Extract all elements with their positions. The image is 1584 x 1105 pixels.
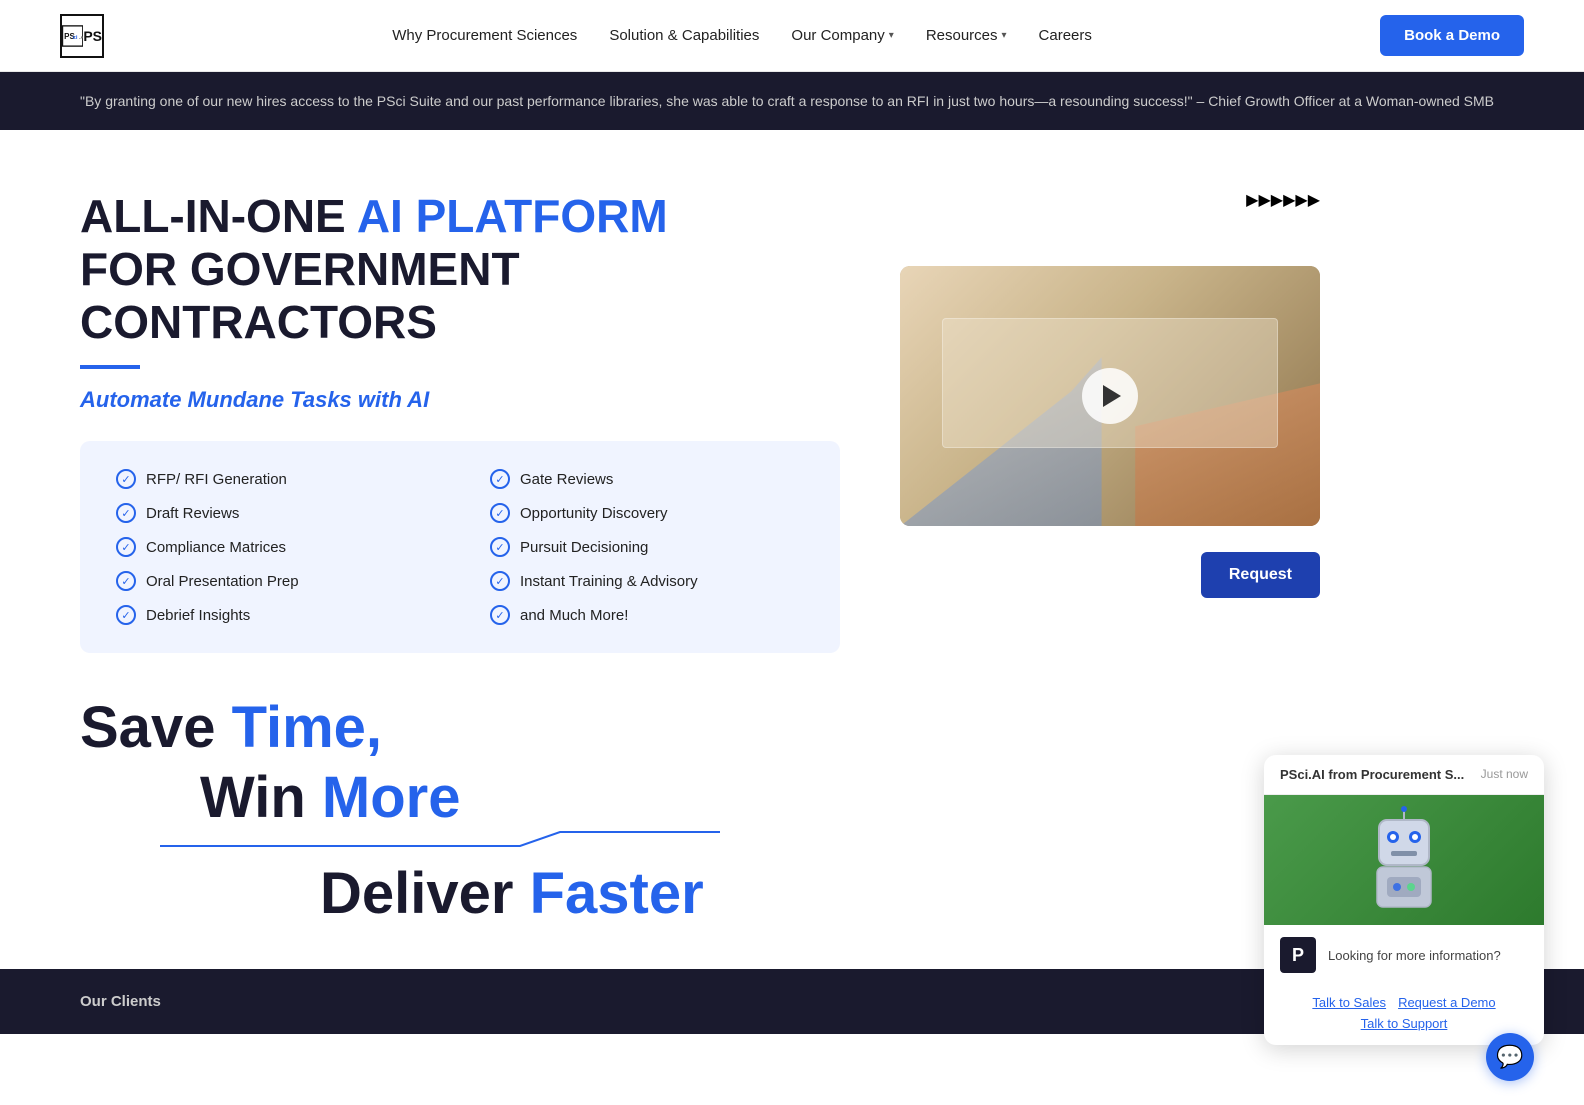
nav-careers[interactable]: Careers: [1039, 27, 1092, 44]
feature-opportunity: ✓ Opportunity Discovery: [490, 503, 804, 523]
feature-more: ✓ and Much More!: [490, 605, 804, 625]
nav-why-procurement[interactable]: Why Procurement Sciences: [392, 27, 577, 44]
robot-svg: [1359, 805, 1449, 915]
check-icon-comp: ✓: [116, 537, 136, 557]
tagline-save-time: Save Time,: [80, 693, 840, 763]
chat-header: PSci.AI from Procurement S... Just now: [1264, 755, 1544, 795]
chat-sender-name: PSci.AI from Procurement S...: [1280, 767, 1464, 782]
check-icon-oral: ✓: [116, 571, 136, 591]
logo[interactable]: PS ci .AI: [60, 14, 104, 58]
feature-debrief: ✓ Debrief Insights: [116, 605, 430, 625]
tagline-deliver-faster: Deliver Faster: [80, 859, 840, 929]
feature-compliance: ✓ Compliance Matrices: [116, 537, 430, 557]
nav-arrows: ▶▶▶▶▶▶: [1246, 190, 1320, 210]
chat-action-row-2: Talk to Support: [1280, 1016, 1528, 1031]
chat-message: Looking for more information?: [1328, 948, 1501, 963]
hero-video[interactable]: [900, 266, 1320, 526]
check-icon-rfp: ✓: [116, 469, 136, 489]
check-icon-more: ✓: [490, 605, 510, 625]
chat-action-row-1: Talk to Sales Request a Demo: [1280, 995, 1528, 1010]
tagline-win-more: Win More: [80, 763, 840, 833]
hero-title-line1: ALL-IN-ONE AI PLATFORM: [80, 190, 840, 243]
svg-text:ci: ci: [73, 35, 78, 41]
hero-title: ALL-IN-ONE AI PLATFORM FOR GOVERNMENT CO…: [80, 190, 840, 349]
navbar: PS ci .AI Why Procurement Sciences Solut…: [0, 0, 1584, 72]
nav-resources[interactable]: Resources ▾: [926, 27, 1007, 44]
nav-our-company[interactable]: Our Company ▾: [791, 27, 893, 44]
hero-subtitle: Automate Mundane Tasks with AI: [80, 387, 840, 413]
request-demo-link[interactable]: Request a Demo: [1398, 995, 1496, 1010]
chat-p-logo: P: [1280, 937, 1316, 973]
request-button[interactable]: Request: [1201, 552, 1320, 598]
hero-divider: [80, 365, 140, 369]
check-icon-training: ✓: [490, 571, 510, 591]
hero-tagline: Save Time, Win More Deliver Faster: [80, 693, 840, 929]
feature-instant-training: ✓ Instant Training & Advisory: [490, 571, 804, 591]
chat-body: P Looking for more information?: [1264, 925, 1544, 985]
chat-sender-info: PSci.AI from Procurement S...: [1280, 767, 1464, 782]
hero-left: ALL-IN-ONE AI PLATFORM FOR GOVERNMENT CO…: [80, 190, 840, 928]
check-icon-gate: ✓: [490, 469, 510, 489]
announcement-banner: "By granting one of our new hires access…: [0, 72, 1584, 130]
check-icon-debrief: ✓: [116, 605, 136, 625]
video-placeholder: [900, 266, 1320, 526]
nav-solution[interactable]: Solution & Capabilities: [609, 27, 759, 44]
our-company-chevron: ▾: [889, 30, 894, 41]
logo-icon: PS ci .AI: [60, 14, 104, 58]
video-play-button[interactable]: [1082, 368, 1138, 424]
chat-widget: PSci.AI from Procurement S... Just now: [1264, 755, 1544, 1045]
chat-time: Just now: [1481, 767, 1528, 781]
feature-rfp-rfi: ✓ RFP/ RFI Generation: [116, 469, 430, 489]
chat-bubble-button[interactable]: 💬: [1486, 1033, 1534, 1081]
svg-text:.AI: .AI: [79, 35, 83, 41]
check-icon-pursuit: ✓: [490, 537, 510, 557]
chat-bubble-icon: 💬: [1496, 1044, 1523, 1070]
hero-right: ▶▶▶▶▶▶ Request: [900, 190, 1320, 598]
feature-oral-prep: ✓ Oral Presentation Prep: [116, 571, 430, 591]
talk-to-sales-link[interactable]: Talk to Sales: [1312, 995, 1386, 1010]
check-icon-opp: ✓: [490, 503, 510, 523]
resources-chevron: ▾: [1002, 30, 1007, 41]
features-grid: ✓ RFP/ RFI Generation ✓ Gate Reviews ✓ D…: [80, 441, 840, 653]
feature-pursuit: ✓ Pursuit Decisioning: [490, 537, 804, 557]
feature-draft-reviews: ✓ Draft Reviews: [116, 503, 430, 523]
nav-links: Why Procurement Sciences Solution & Capa…: [392, 27, 1092, 44]
book-demo-button[interactable]: Book a Demo: [1380, 15, 1524, 56]
feature-gate-reviews: ✓ Gate Reviews: [490, 469, 804, 489]
footer-clients-label: Our Clients: [80, 993, 161, 1010]
hero-title-line2: FOR GOVERNMENT CONTRACTORS: [80, 243, 840, 349]
chat-robot-image: [1264, 795, 1544, 925]
tagline-underline: [80, 824, 840, 859]
banner-text: "By granting one of our new hires access…: [80, 93, 1494, 109]
check-icon-draft: ✓: [116, 503, 136, 523]
talk-to-support-link[interactable]: Talk to Support: [1361, 1016, 1448, 1031]
